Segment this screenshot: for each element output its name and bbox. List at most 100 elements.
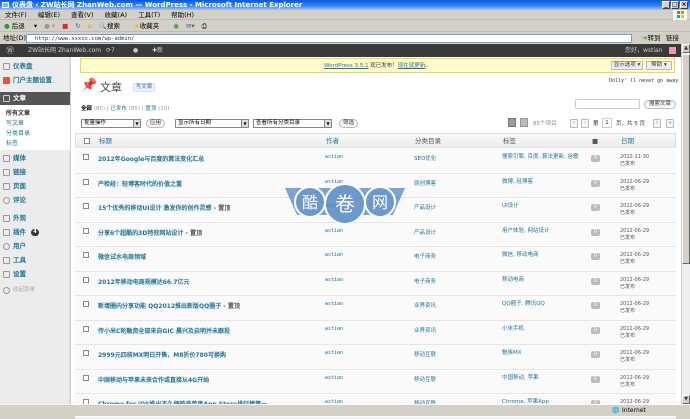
forward-button[interactable]: ● ▾ bbox=[44, 22, 55, 30]
sidebar-item-pages[interactable]: 页面 bbox=[0, 180, 70, 193]
post-title-link[interactable]: 传小米C轮融资全部来自GIC 晨兴及启明并未跟投 bbox=[98, 326, 230, 335]
site-name-link[interactable]: ZW站长网 ZhanWeb.com bbox=[28, 44, 101, 57]
post-tags[interactable]: 微信, 移动电商 bbox=[502, 252, 587, 259]
filter-all[interactable]: 全部 bbox=[81, 106, 92, 112]
comments-icon[interactable]: ● bbox=[133, 44, 138, 57]
scroll-down-button[interactable]: ▼ bbox=[682, 395, 690, 404]
apply-button[interactable]: 应用 bbox=[146, 119, 165, 128]
select-all-checkbox[interactable] bbox=[84, 138, 90, 144]
next-page-button[interactable]: › bbox=[653, 119, 661, 128]
comment-count-bubble[interactable]: 0 bbox=[591, 302, 600, 309]
post-title-link[interactable]: 2012年移动电商规模达66.7亿元 bbox=[98, 277, 190, 286]
bulk-action-select[interactable]: 批量操作 ▼ bbox=[81, 119, 141, 128]
menu-edit[interactable]: 编辑(E) bbox=[38, 11, 60, 19]
post-category[interactable]: 业界资讯 bbox=[414, 326, 436, 334]
post-tags[interactable]: 移动电商 bbox=[502, 277, 587, 284]
post-category[interactable]: 原创博客 bbox=[414, 179, 436, 187]
post-author[interactable]: wstian bbox=[325, 350, 343, 356]
close-button[interactable]: × bbox=[680, 1, 688, 9]
comment-count-bubble[interactable]: 0 bbox=[591, 179, 600, 187]
row-checkbox[interactable] bbox=[83, 178, 89, 185]
post-category[interactable]: 移动互联 bbox=[414, 350, 436, 358]
comment-count-bubble[interactable]: 0 bbox=[591, 253, 600, 260]
back-button[interactable]: ● 后退 ▾ bbox=[4, 22, 37, 30]
stop-icon[interactable]: ■ bbox=[62, 22, 68, 30]
post-tags[interactable]: 微博, 轻博客 bbox=[502, 179, 587, 186]
collapse-menu-button[interactable]: 收起菜单 bbox=[0, 284, 70, 297]
sidebar-item-comments[interactable]: 评论 bbox=[0, 194, 70, 207]
post-category[interactable]: 产品设计 bbox=[414, 203, 436, 211]
submenu-tags[interactable]: 标签 bbox=[6, 138, 18, 147]
post-tags[interactable]: 小米手机 bbox=[502, 326, 587, 333]
post-title-link[interactable]: 产检经：轻博客时代的价值之重 bbox=[98, 179, 182, 188]
post-title-link[interactable]: 2999元四核MX明日开售，M8折价780可换购 bbox=[98, 350, 226, 359]
sidebar-item-users[interactable]: 用户 bbox=[0, 240, 70, 253]
sidebar-item-appearance[interactable]: 外观 bbox=[0, 212, 70, 225]
last-page-button[interactable]: » bbox=[666, 119, 674, 128]
comment-count-bubble[interactable]: 0 bbox=[591, 277, 600, 285]
filter-sticky[interactable]: 置顶 bbox=[145, 106, 156, 112]
post-category[interactable]: SEO优化 bbox=[414, 154, 436, 162]
post-author[interactable]: wstian bbox=[325, 375, 343, 381]
row-checkbox[interactable] bbox=[83, 203, 89, 209]
post-author[interactable]: wstian bbox=[325, 252, 343, 258]
row-checkbox[interactable] bbox=[83, 325, 89, 332]
row-checkbox[interactable] bbox=[83, 301, 89, 307]
vertical-scrollbar[interactable]: ▲ ▼ bbox=[681, 44, 690, 404]
search-posts-button[interactable]: 搜索文章 bbox=[644, 100, 676, 109]
submenu-categories[interactable]: 分类目录 bbox=[6, 128, 30, 137]
mail-icon[interactable]: ✉▾ bbox=[186, 22, 195, 30]
post-tags[interactable]: 中国移动, 苹果 bbox=[502, 375, 587, 382]
post-author[interactable]: wstian bbox=[325, 326, 343, 332]
row-checkbox[interactable] bbox=[83, 154, 89, 160]
post-tags[interactable]: 用户体验, 网站设计 bbox=[502, 228, 587, 235]
refresh-icon[interactable]: ↻ bbox=[75, 22, 80, 30]
help-button[interactable]: 帮助 ▾ bbox=[646, 61, 672, 70]
avatar[interactable] bbox=[669, 47, 676, 54]
post-title-link[interactable]: 新增圈内分享功能 QQ2012推出新版QQ圈子 - 置顶 bbox=[98, 301, 240, 310]
favorites-button[interactable]: ★收藏夹 bbox=[134, 22, 166, 30]
wordpress-logo-icon[interactable]: Ⓦ bbox=[6, 44, 14, 57]
prev-page-button[interactable]: ‹ bbox=[581, 119, 589, 128]
row-checkbox[interactable] bbox=[83, 350, 89, 356]
category-filter-select[interactable]: 查看所有分类目录 ▼ bbox=[253, 119, 332, 128]
minimize-button[interactable]: _ bbox=[662, 1, 670, 9]
post-category[interactable]: 产品设计 bbox=[414, 228, 436, 236]
post-tags[interactable]: 魅族MX bbox=[502, 350, 587, 357]
column-date[interactable]: 日期 bbox=[621, 134, 634, 149]
list-view-icon[interactable] bbox=[508, 118, 516, 127]
menu-view[interactable]: 查看(V) bbox=[71, 11, 94, 19]
post-category[interactable]: 移动互联 bbox=[414, 375, 436, 383]
screen-options-button[interactable]: 显示选项 ▾ bbox=[611, 61, 643, 70]
scroll-thumb[interactable] bbox=[682, 54, 690, 264]
post-category[interactable]: 电子商务 bbox=[414, 277, 436, 285]
maximize-button[interactable]: □ bbox=[671, 1, 679, 9]
comment-count-bubble[interactable]: 0 bbox=[591, 351, 600, 358]
post-author[interactable]: wstian bbox=[325, 154, 343, 160]
comment-count-bubble[interactable]: 0 bbox=[591, 204, 600, 211]
post-author[interactable]: wstian bbox=[325, 301, 343, 307]
sidebar-item-settings[interactable]: 设置 bbox=[0, 268, 70, 281]
row-checkbox[interactable] bbox=[83, 374, 89, 381]
post-title-link[interactable]: 中国移动与苹果未来合作或直接从4G开始 bbox=[98, 375, 209, 384]
links-button[interactable]: 链接 bbox=[666, 32, 679, 44]
wp-version-link[interactable]: WordPress 3.5.1 bbox=[324, 63, 368, 69]
excerpt-view-icon[interactable] bbox=[520, 118, 528, 127]
post-title-link[interactable]: 微信试水电商领域 bbox=[98, 252, 146, 261]
go-button[interactable]: ➔转到 bbox=[642, 32, 660, 44]
current-page-input[interactable]: 1 bbox=[602, 118, 612, 128]
new-content-link[interactable]: ✚ 新建 bbox=[152, 44, 163, 67]
post-category[interactable]: 电子商务 bbox=[414, 252, 436, 260]
menu-favorites[interactable]: 收藏(A) bbox=[105, 11, 128, 19]
comment-count-bubble[interactable]: 0 bbox=[591, 228, 600, 236]
sidebar-item-links[interactable]: 链接 bbox=[0, 166, 70, 179]
post-search-input[interactable] bbox=[575, 99, 640, 109]
sidebar-item-plugins[interactable]: 插件 4 bbox=[0, 226, 70, 239]
sidebar-item-tools[interactable]: 工具 bbox=[0, 254, 70, 267]
search-button[interactable]: 🔍搜索 bbox=[99, 22, 127, 30]
address-input[interactable]: http://www.xxxxx.com/wp-admin/ bbox=[26, 34, 632, 43]
post-title-link[interactable]: 15个优秀的移动UI设计 激发你的创作灵感 - 置顶 bbox=[98, 203, 230, 212]
post-tags[interactable]: UI设计 bbox=[502, 203, 587, 210]
menu-file[interactable]: 文件(F) bbox=[5, 11, 27, 19]
column-author[interactable]: 作者 bbox=[326, 134, 339, 149]
